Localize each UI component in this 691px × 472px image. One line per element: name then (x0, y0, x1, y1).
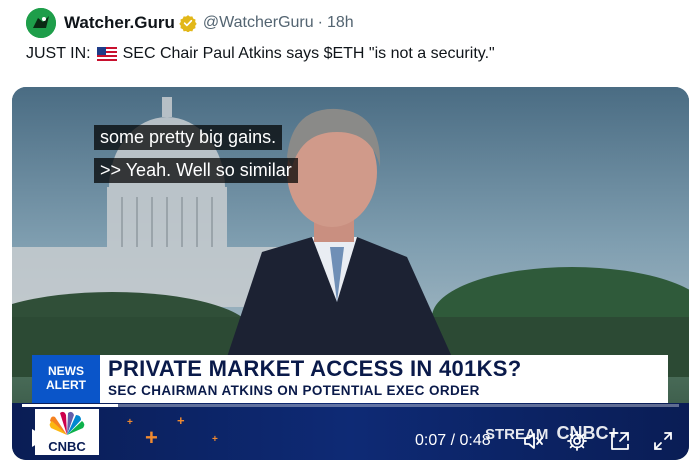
us-flag-icon (96, 47, 117, 61)
avatar[interactable] (26, 8, 56, 38)
lower-third-banner: NEWS ALERT PRIVATE MARKET ACCESS IN 401K… (32, 355, 668, 403)
caption-line-2: >> Yeah. Well so similar (94, 158, 298, 183)
gear-icon (567, 431, 587, 451)
display-name[interactable]: Watcher.Guru (64, 13, 175, 33)
time-total: 0:48 (459, 432, 491, 449)
fullscreen-icon (654, 432, 672, 450)
news-alert-badge: NEWS ALERT (32, 355, 100, 403)
tweet-text-body: SEC Chair Paul Atkins says $ETH "is not … (122, 45, 495, 62)
sparkle-decoration: + (127, 417, 133, 428)
time-current: 0:07 (415, 432, 447, 449)
stream-branding: STREAM CNBC+ (485, 423, 619, 444)
tweet-text: JUST IN: SEC Chair Paul Atkins says $ETH… (26, 45, 495, 63)
mute-button[interactable] (522, 430, 544, 452)
time-separator: / (450, 432, 456, 449)
progress-bar[interactable] (22, 404, 679, 407)
sparkle-decoration: + (177, 413, 185, 428)
tweet-header: Watcher.Guru @WatcherGuru · 18h (26, 8, 354, 38)
handle[interactable]: @WatcherGuru (203, 14, 314, 32)
network-label: CNBC (48, 439, 86, 454)
play-icon[interactable] (28, 427, 50, 449)
watcher-guru-logo-icon (26, 8, 56, 38)
news-alert-line-1: NEWS (48, 364, 84, 378)
tweet-text-prefix: JUST IN: (26, 45, 91, 62)
picture-in-picture-icon (611, 432, 629, 450)
chyron-headline: PRIVATE MARKET ACCESS IN 401KS? (108, 356, 522, 381)
fullscreen-button[interactable] (652, 430, 674, 452)
verified-badge-icon (179, 15, 197, 32)
caption-line-1: some pretty big gains. (94, 125, 283, 150)
sparkle-decoration: + (212, 434, 218, 445)
progress-fill (22, 404, 118, 407)
video-player[interactable]: some pretty big gains. >> Yeah. Well so … (12, 87, 689, 460)
pip-button[interactable] (609, 430, 631, 452)
time-display: 0:07 / 0:48 (415, 432, 491, 450)
separator-dot: · (317, 14, 323, 31)
volume-muted-icon (524, 433, 543, 449)
timestamp[interactable]: 18h (327, 14, 354, 32)
sparkle-decoration: + (145, 425, 158, 450)
chyron-subhead: SEC CHAIRMAN ATKINS ON POTENTIAL EXEC OR… (108, 383, 480, 398)
news-alert-line-2: ALERT (46, 378, 86, 392)
settings-button[interactable] (566, 430, 588, 452)
